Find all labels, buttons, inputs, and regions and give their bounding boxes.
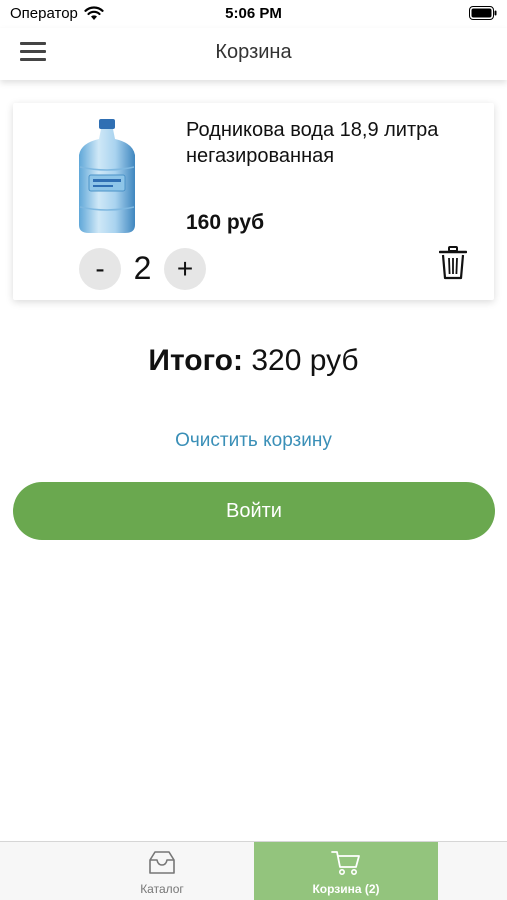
tab-bar: Каталог Корзина (2)	[0, 841, 507, 900]
navigation-bar: Корзина	[0, 28, 507, 80]
tab-catalog-label: Каталог	[140, 882, 184, 896]
water-bottle-image	[79, 119, 135, 233]
total-value: 320 руб	[251, 344, 359, 377]
login-button[interactable]: Войти	[13, 482, 495, 540]
status-time: 5:06 PM	[225, 5, 282, 22]
total-label: Итого:	[148, 344, 243, 377]
increase-quantity-button[interactable]: +	[164, 248, 206, 290]
tab-cart-label: Корзина (2)	[312, 882, 380, 896]
tab-catalog[interactable]: Каталог	[70, 842, 254, 900]
inbox-tray-icon	[149, 851, 175, 874]
battery-icon	[469, 6, 497, 20]
cart-item-card: Родникова вода 18,9 литра негазированная…	[13, 103, 494, 300]
cart-total: Итого: 320 руб	[0, 344, 507, 378]
product-price: 160 руб	[186, 211, 265, 234]
clear-cart-link[interactable]: Очистить корзину	[0, 430, 507, 452]
status-bar: Оператор 5:06 PM	[0, 0, 507, 28]
decrease-quantity-button[interactable]: -	[79, 248, 121, 290]
product-name: Родникова вода 18,9 литра негазированная	[186, 119, 439, 167]
page-title: Корзина	[215, 41, 292, 63]
tab-cart[interactable]: Корзина (2)	[254, 842, 438, 900]
trash-icon[interactable]	[439, 246, 467, 280]
shopping-cart-icon	[331, 851, 360, 875]
quantity-value: 2	[133, 250, 152, 286]
